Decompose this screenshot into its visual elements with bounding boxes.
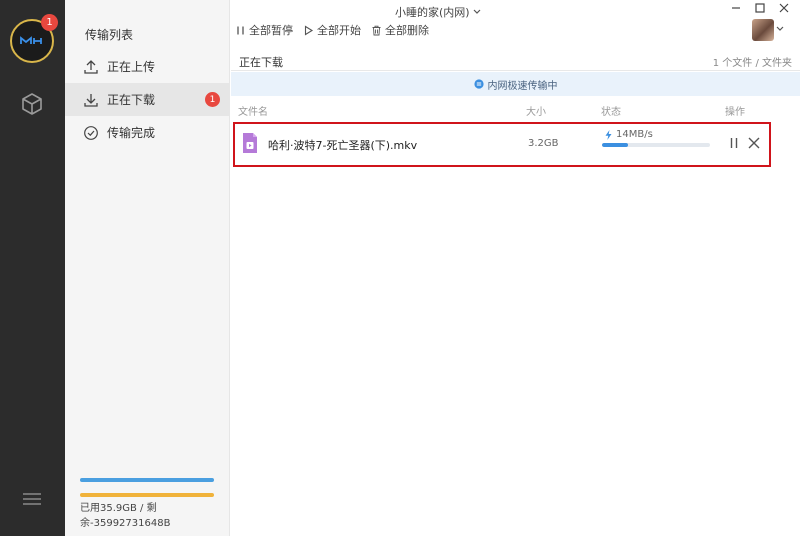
download-count-badge: 1 — [205, 92, 220, 107]
minimize-button[interactable] — [730, 2, 742, 14]
pause-all-button[interactable]: 全部暂停 — [232, 22, 296, 38]
sidebar-item-completed[interactable]: 传输完成 — [65, 116, 230, 149]
chevron-down-icon — [473, 9, 481, 14]
download-progress-bar — [602, 143, 710, 147]
download-row[interactable]: 哈利·波特7-死亡圣器(下).mkv 3.2GB 14MB/s — [233, 122, 771, 167]
logo-mark-icon — [20, 36, 42, 44]
sidebar-item-label: 正在上传 — [107, 60, 156, 74]
transfer-toolbar: 全部暂停 全部开始 全部删除 — [232, 22, 432, 38]
lan-transfer-banner: 内网极速传输中 — [231, 72, 800, 96]
transfer-sidebar: 传输列表 正在上传 正在下载 1 传输完成 已用35.9GB / 剩 余-359… — [65, 0, 230, 536]
sidebar-item-downloading[interactable]: 正在下载 1 — [65, 83, 230, 116]
pause-download-icon[interactable] — [728, 137, 740, 149]
maximize-button[interactable] — [754, 2, 766, 14]
storage-free-bar — [80, 493, 214, 497]
column-header-status: 状态 — [601, 107, 621, 118]
storage-remaining-label: 余-35992731648B — [80, 518, 171, 529]
lan-banner-text: 内网极速传输中 — [487, 80, 558, 92]
minimize-icon — [732, 7, 740, 9]
sidebar-item-label: 传输完成 — [107, 126, 156, 140]
lightning-icon — [605, 129, 612, 140]
speed-value: 14MB/s — [616, 129, 653, 140]
delete-all-button[interactable]: 全部删除 — [368, 22, 432, 38]
hamburger-menu-icon[interactable] — [22, 492, 42, 506]
user-avatar[interactable] — [752, 19, 774, 41]
window-controls — [730, 2, 790, 14]
delete-all-label: 全部删除 — [385, 24, 429, 37]
sidebar-title: 传输列表 — [85, 28, 134, 42]
storage-used-bar — [80, 478, 214, 482]
section-header: 正在下载 1 个文件 / 文件夹 — [231, 49, 800, 71]
start-all-button[interactable]: 全部开始 — [300, 22, 364, 38]
play-icon — [304, 25, 314, 35]
column-header-actions: 操作 — [725, 107, 745, 118]
sidebar-item-uploading[interactable]: 正在上传 — [65, 50, 230, 83]
close-icon — [779, 3, 789, 13]
file-count: 1 个文件 / 文件夹 — [712, 58, 792, 69]
close-window-button[interactable] — [778, 2, 790, 14]
storage-used-label: 已用35.9GB / 剩 — [80, 503, 157, 514]
download-icon — [84, 93, 98, 107]
upload-icon — [84, 59, 98, 74]
logo-notification-badge: 1 — [41, 14, 58, 31]
file-name: 哈利·波特7-死亡圣器(下).mkv — [268, 139, 418, 152]
column-header-name[interactable]: 文件名 — [238, 103, 268, 118]
trash-icon — [372, 25, 381, 35]
cube-icon[interactable] — [20, 92, 44, 116]
cancel-download-icon[interactable] — [747, 136, 761, 150]
file-size: 3.2GB — [528, 138, 559, 149]
video-file-icon — [243, 133, 257, 153]
sidebar-item-label: 正在下载 — [107, 93, 156, 107]
transfer-speed: 14MB/s — [605, 129, 653, 140]
window-title-text: 小睡的家(内网) — [395, 6, 470, 19]
check-circle-icon — [84, 125, 98, 140]
pause-icon — [237, 26, 244, 34]
lan-speed-icon — [473, 79, 484, 89]
section-title: 正在下载 — [239, 56, 283, 69]
chevron-down-icon[interactable] — [776, 26, 784, 32]
window-title[interactable]: 小睡的家(内网) — [395, 4, 481, 20]
start-all-label: 全部开始 — [317, 24, 361, 37]
column-header-size[interactable]: 大小 — [526, 103, 546, 118]
maximize-icon — [755, 3, 765, 13]
storage-usage-text: 已用35.9GB / 剩 余-35992731648B — [80, 501, 220, 531]
left-rail: 1 — [0, 0, 65, 536]
pause-all-label: 全部暂停 — [249, 24, 293, 37]
download-progress-fill — [602, 143, 628, 147]
